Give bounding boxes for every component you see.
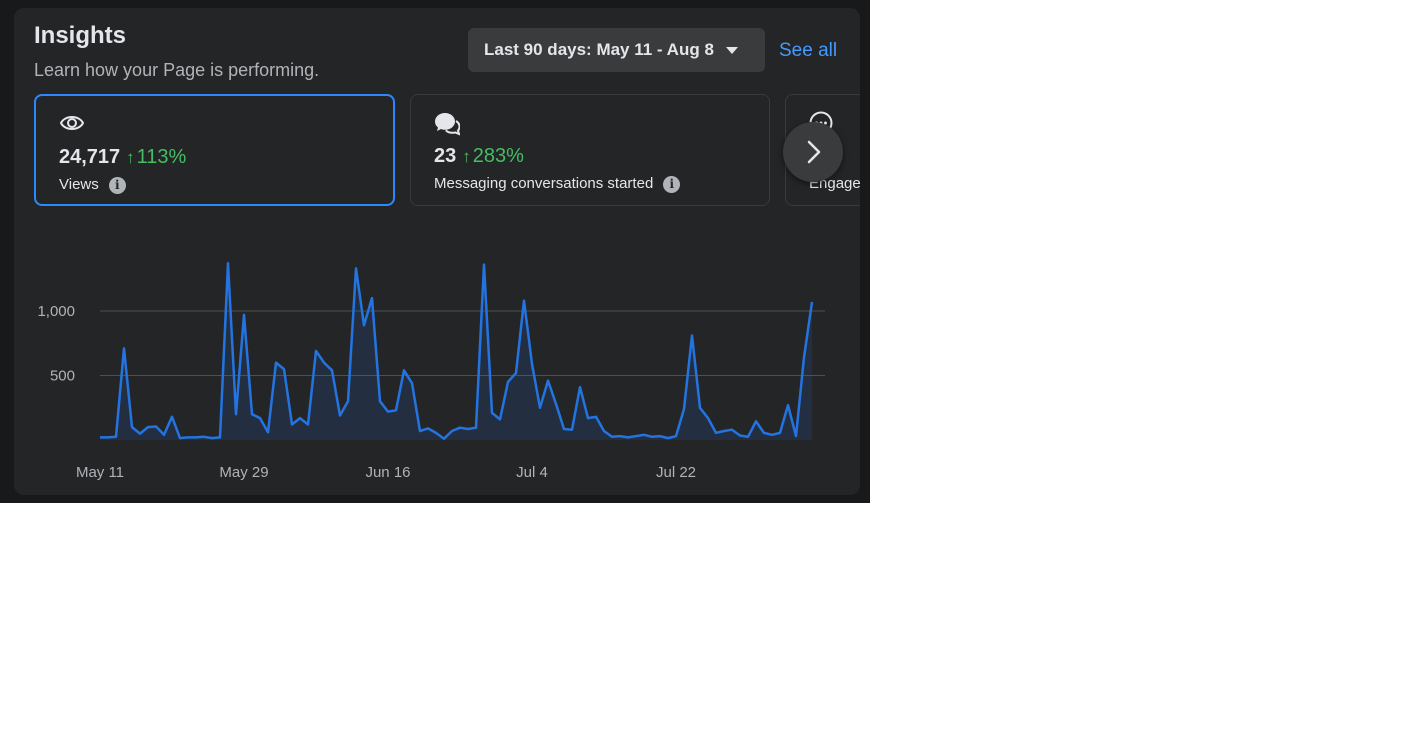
views-series-line <box>100 262 814 440</box>
x-tick-label: May 11 <box>76 464 124 481</box>
metric-card-messaging[interactable]: 23 ↑ 283% Messaging conversations started i <box>410 94 770 206</box>
date-range-label: Last 90 days: May 11 - Aug 8 <box>484 40 714 59</box>
next-metrics-button[interactable] <box>783 122 843 182</box>
card-subtitle: Learn how your Page is performing. <box>34 60 320 80</box>
x-tick-label: Jul 4 <box>516 464 548 481</box>
see-all-link[interactable]: See all <box>779 40 837 62</box>
metric-label: Views i <box>59 176 126 194</box>
info-icon[interactable]: i <box>663 175 681 193</box>
insights-card: Insights Learn how your Page is performi… <box>14 8 860 495</box>
views-chart: 500 1,000 May 11 May 29 Jun 16 Jul 4 Jul 22 <box>37 262 825 481</box>
x-tick-label: May 29 <box>219 464 268 481</box>
info-icon[interactable]: i <box>108 176 126 194</box>
metric-change: ↑ 283% <box>462 145 524 167</box>
y-tick-label: 500 <box>50 368 75 385</box>
y-tick-label: 1,000 <box>37 303 75 320</box>
x-tick-label: Jul 22 <box>656 464 696 481</box>
eye-icon <box>59 112 85 139</box>
card-title: Insights <box>34 22 127 49</box>
metric-card-views[interactable]: 24,717 ↑ 113% Views i <box>34 94 395 206</box>
metric-value: 24,717 ↑ 113% <box>59 146 187 168</box>
arrow-up-icon: ↑ <box>462 147 471 166</box>
page-background: Insights Learn how your Page is performi… <box>0 0 870 503</box>
chat-bubbles-icon <box>434 111 461 142</box>
arrow-up-icon: ↑ <box>126 148 135 167</box>
x-tick-label: Jun 16 <box>365 464 410 481</box>
metric-value: 23 ↑ 283% <box>434 145 524 167</box>
metric-label: Messaging conversations started i <box>434 175 681 193</box>
caret-down-icon <box>725 46 738 54</box>
metric-change: ↑ 113% <box>126 146 187 168</box>
date-range-dropdown[interactable]: Last 90 days: May 11 - Aug 8 <box>468 28 765 72</box>
chevron-right-icon <box>807 140 821 164</box>
